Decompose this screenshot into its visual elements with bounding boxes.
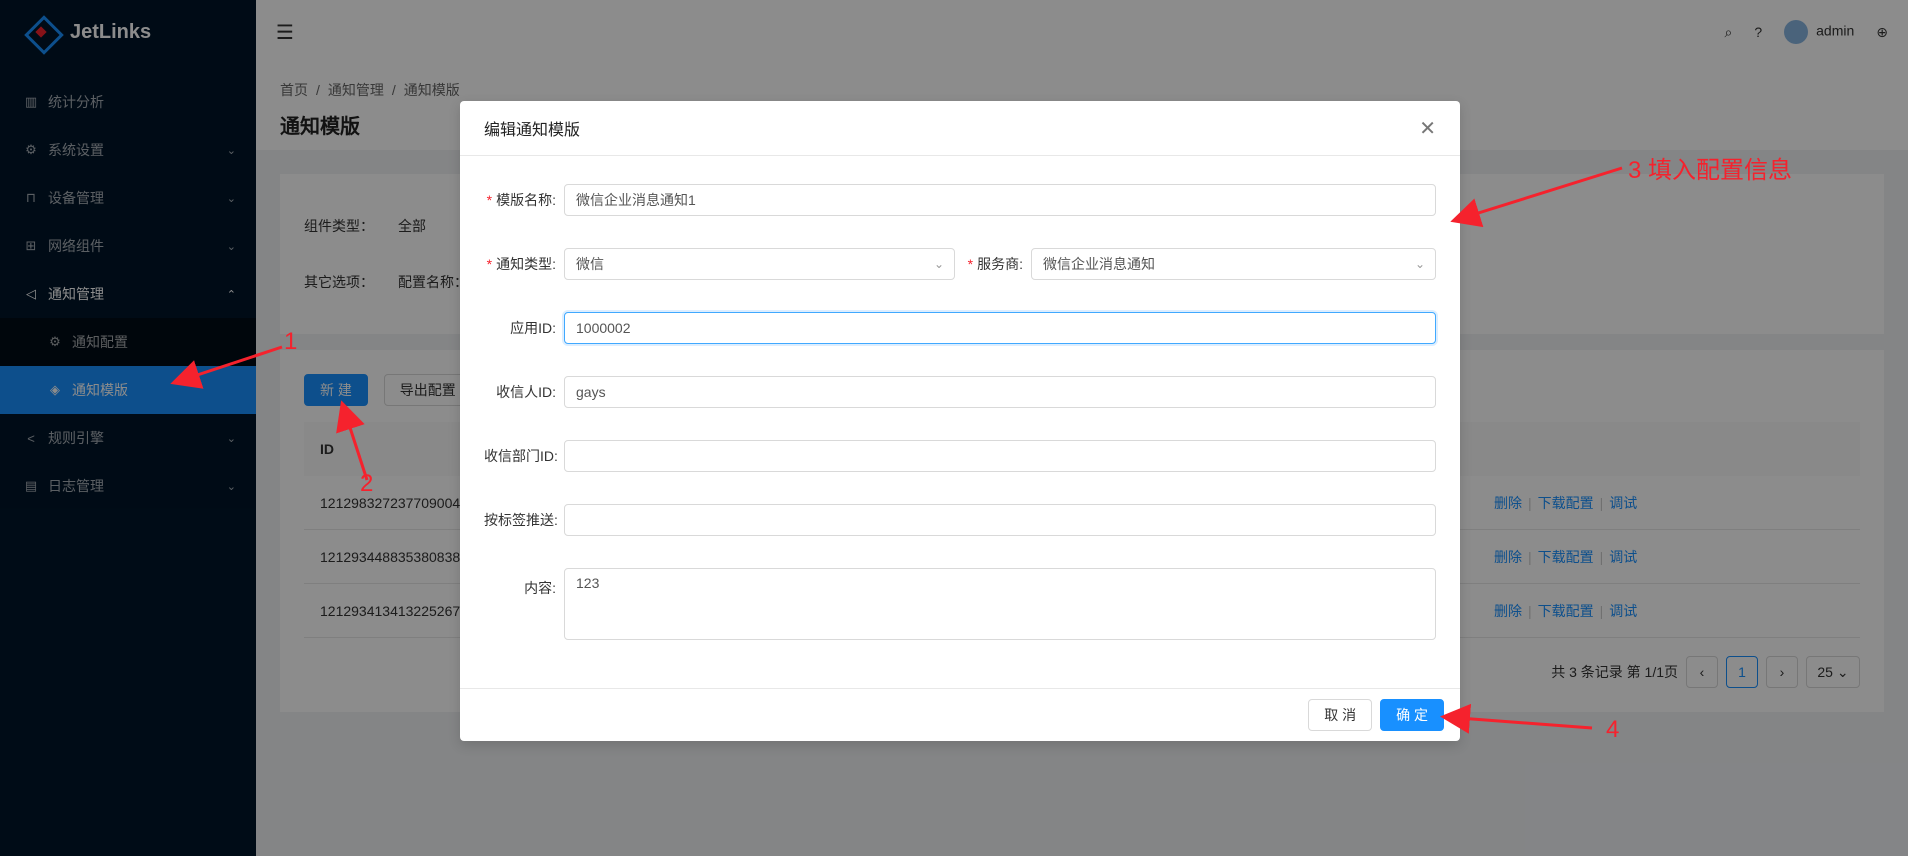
annotation-2: 2 [360, 470, 374, 497]
arrow-3 [1450, 166, 1623, 228]
annotation-3: 3 填入配置信息 [1628, 157, 1793, 184]
arrow-1 [170, 345, 283, 389]
annotation-1: 1 [284, 328, 298, 355]
arrow-4 [1440, 703, 1593, 734]
arrow-2 [336, 400, 369, 481]
annotation-4: 4 [1606, 716, 1620, 743]
annotation-arrows [170, 166, 1623, 734]
